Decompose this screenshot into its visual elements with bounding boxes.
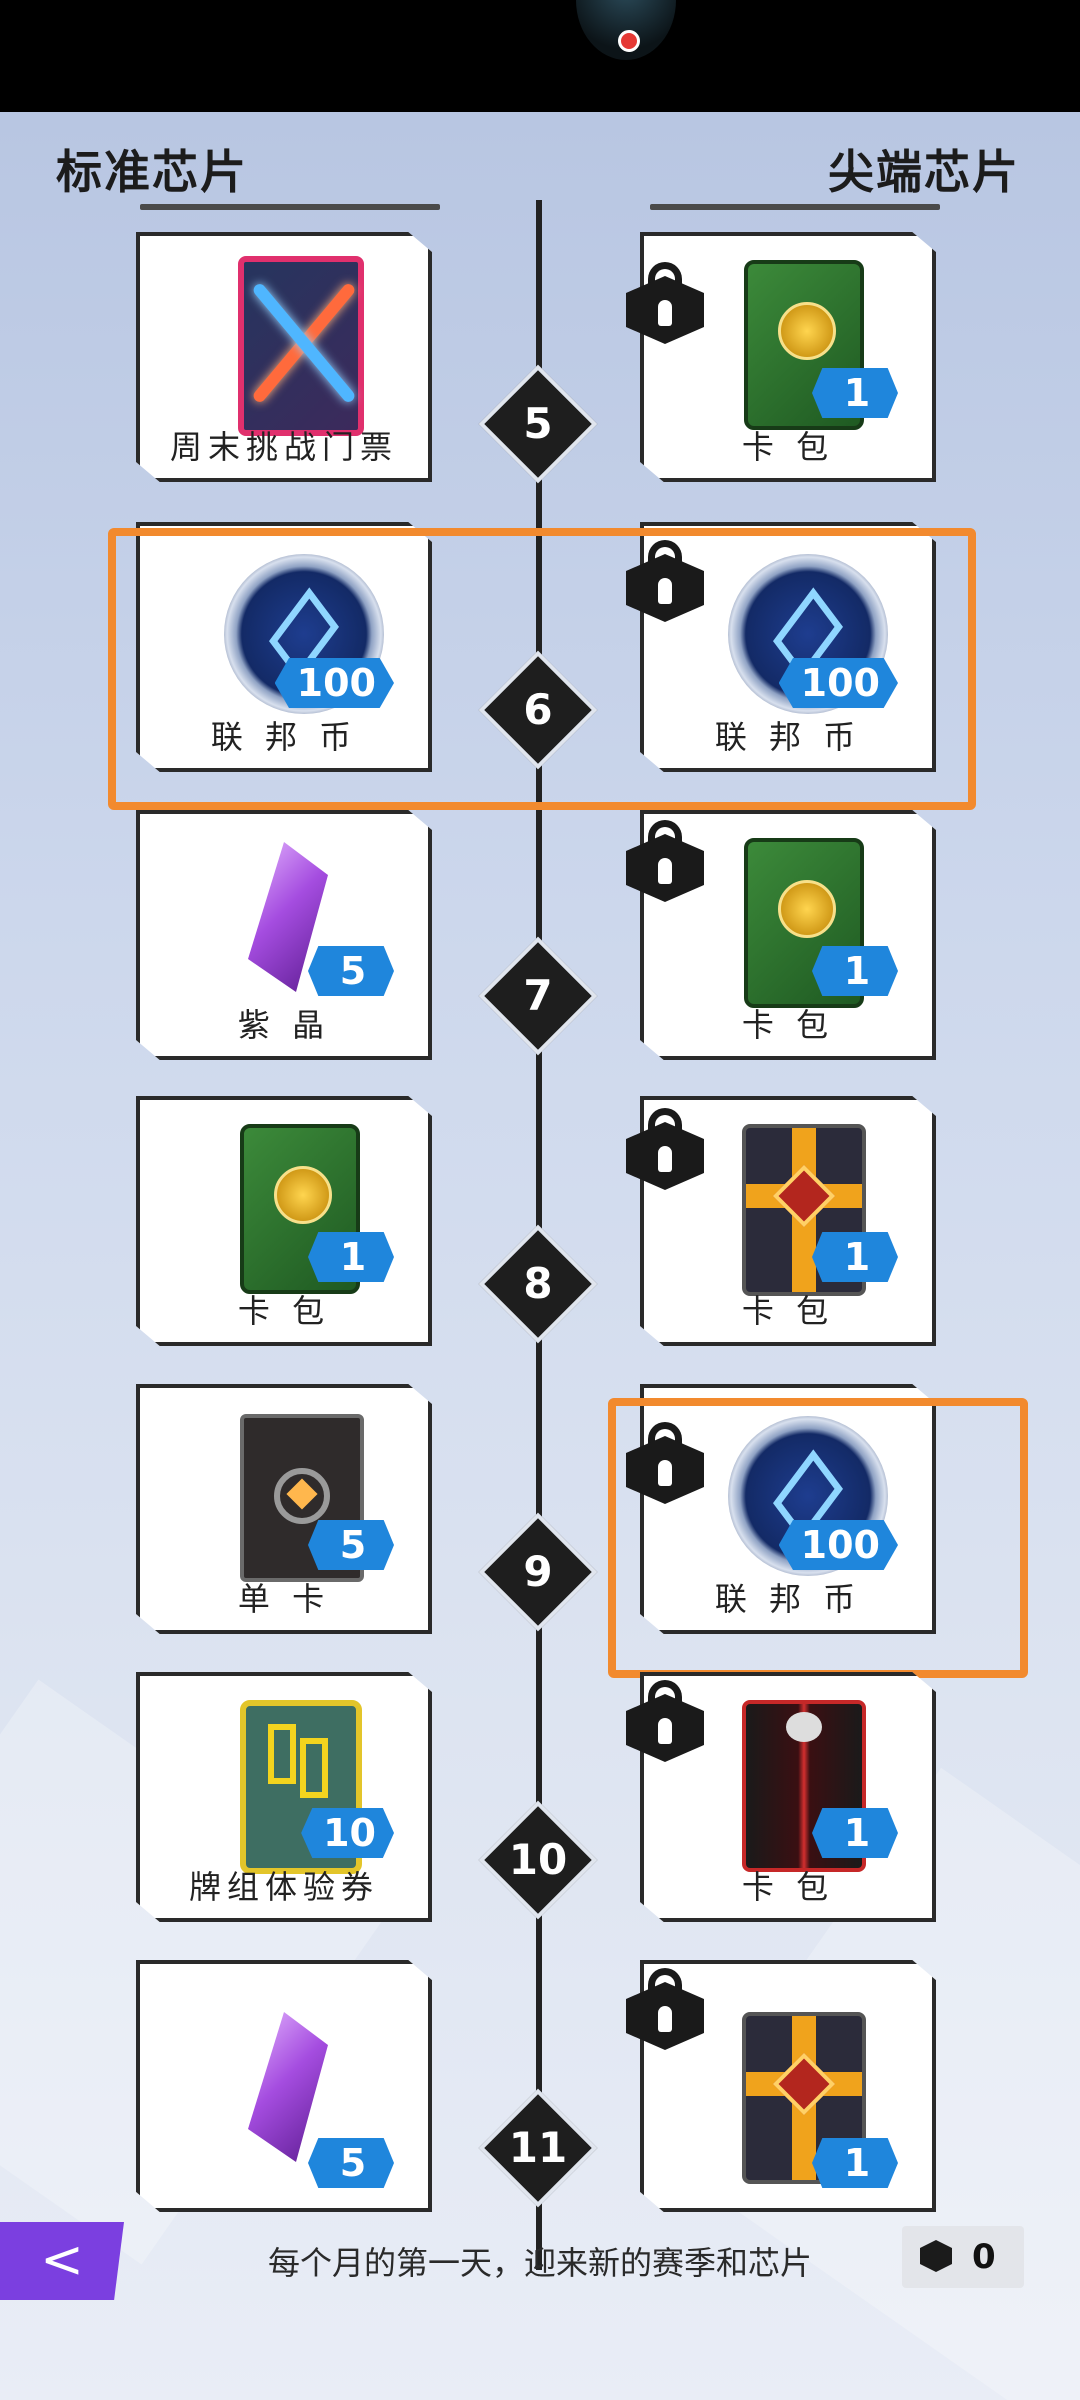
notification-dot-icon — [618, 30, 640, 52]
level-marker: 5 — [476, 362, 600, 486]
reward-art — [714, 1982, 866, 2184]
standard-chip-title: 标准芯片 — [56, 145, 248, 199]
reward-card-standard-7[interactable]: 5 紫 晶 — [136, 810, 432, 1060]
chip-counter: 0 — [902, 2226, 1024, 2288]
reward-label: 紫 晶 — [237, 1006, 331, 1044]
season-rewards-screen: 标准芯片 尖端芯片 周末挑战门票 5 1 卡 包 100 联 邦 币 6 100… — [0, 112, 1080, 2400]
quantity-badge: 1 — [812, 1808, 898, 1858]
quantity-badge: 5 — [308, 1520, 394, 1570]
reward-label: 卡 包 — [741, 1006, 835, 1044]
chip-icon — [920, 2240, 952, 2272]
level-marker: 10 — [476, 1798, 600, 1922]
reward-label: 卡 包 — [741, 428, 835, 466]
level-number: 11 — [508, 2123, 568, 2172]
reward-card-standard-11[interactable]: 5 — [136, 1960, 432, 2212]
quantity-badge: 1 — [308, 1232, 394, 1282]
header-divider — [140, 204, 440, 210]
highlight-box — [108, 528, 976, 810]
lock-icon — [626, 820, 704, 902]
highlight-box — [608, 1398, 1028, 1678]
reward-label: 单 卡 — [237, 1580, 331, 1618]
quantity-badge: 1 — [812, 368, 898, 418]
crossed-swords-ticket-icon — [238, 256, 364, 436]
quantity-badge: 1 — [812, 2138, 898, 2188]
quantity-badge: 1 — [812, 1232, 898, 1282]
reward-art — [210, 1982, 360, 2162]
level-number: 10 — [508, 1835, 568, 1884]
reward-label: 卡 包 — [741, 1292, 835, 1330]
level-number: 9 — [523, 1547, 553, 1596]
quantity-badge: 10 — [301, 1808, 394, 1858]
purple-crystal-icon — [248, 2012, 328, 2162]
level-number: 8 — [523, 1259, 553, 1308]
reward-card-standard-8[interactable]: 1 卡 包 — [136, 1096, 432, 1346]
quantity-badge: 5 — [308, 2138, 394, 2188]
level-marker: 11 — [476, 2086, 600, 2210]
app-mascot-icon — [576, 0, 676, 60]
level-marker: 7 — [476, 934, 600, 1058]
level-marker: 8 — [476, 1222, 600, 1346]
reward-card-standard-10[interactable]: 10 牌组体验券 — [136, 1672, 432, 1922]
lock-icon — [626, 1108, 704, 1190]
reward-label: 周末挑战门票 — [169, 428, 398, 466]
level-number: 5 — [523, 399, 553, 448]
lock-icon — [626, 1680, 704, 1762]
reward-card-standard-5[interactable]: 周末挑战门票 — [136, 232, 432, 482]
season-info-text: 每个月的第一天，迎来新的赛季和芯片 — [267, 2244, 812, 2282]
quantity-badge: 1 — [812, 946, 898, 996]
reward-art — [210, 254, 364, 436]
advanced-chip-title: 尖端芯片 — [828, 145, 1020, 199]
level-marker: 9 — [476, 1510, 600, 1634]
status-bar — [0, 0, 1080, 112]
header-divider — [650, 204, 940, 210]
reward-card-standard-9[interactable]: 5 单 卡 — [136, 1384, 432, 1634]
lock-icon — [626, 1968, 704, 2050]
chip-count: 0 — [972, 2237, 996, 2277]
reward-label: 牌组体验券 — [188, 1868, 379, 1906]
quantity-badge: 5 — [308, 946, 394, 996]
reward-label: 卡 包 — [741, 1868, 835, 1906]
lock-icon — [626, 262, 704, 344]
back-button[interactable]: < — [0, 2222, 124, 2300]
reward-label: 卡 包 — [237, 1292, 331, 1330]
level-number: 7 — [523, 971, 553, 1020]
